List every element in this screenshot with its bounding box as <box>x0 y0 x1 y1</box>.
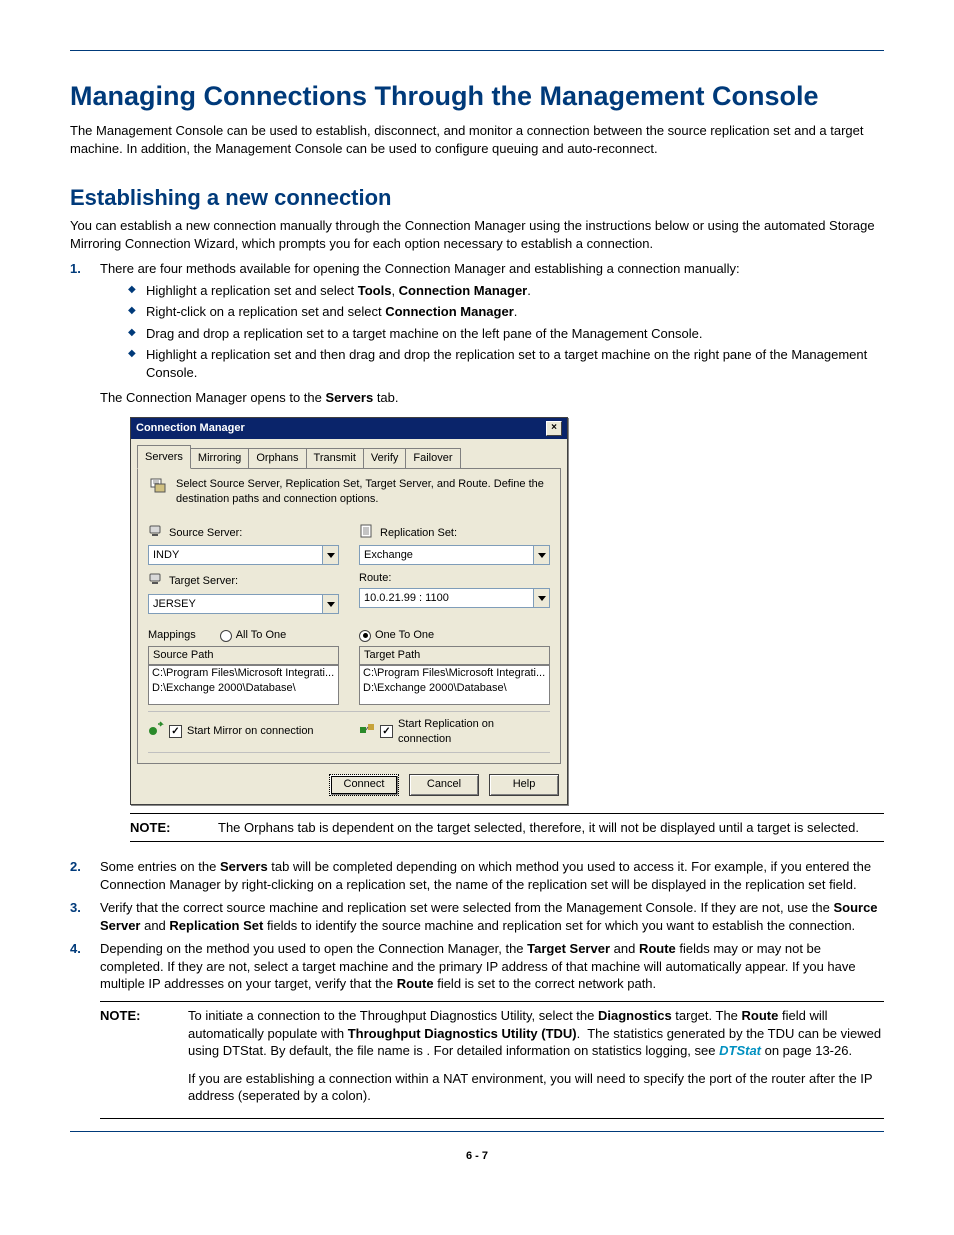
step-number-2: 2. <box>70 858 100 893</box>
tab-orphans[interactable]: Orphans <box>248 448 306 468</box>
start-mirror-label: Start Mirror on connection <box>187 724 314 739</box>
note-2-para2: If you are establishing a connection wit… <box>188 1070 884 1105</box>
note-2-text: To initiate a connection to the Throughp… <box>188 1007 884 1113</box>
replication-set-combo[interactable] <box>359 545 550 565</box>
source-path-list[interactable]: C:\Program Files\Microsoft Integrati... … <box>148 665 339 705</box>
connect-button[interactable]: Connect <box>329 774 399 796</box>
note-1: NOTE: The Orphans tab is dependent on th… <box>130 813 884 843</box>
diamond-bullet-icon: ◆ <box>128 325 146 343</box>
replication-icon <box>359 721 375 742</box>
radio-all-to-one[interactable] <box>220 630 232 642</box>
top-rule <box>70 50 884 51</box>
mappings-label: Mappings <box>148 628 196 643</box>
mirror-icon <box>148 721 164 742</box>
start-replication-label: Start Replication on connection <box>398 717 550 747</box>
tab-failover[interactable]: Failover <box>405 448 460 468</box>
diamond-bullet-icon: ◆ <box>128 346 146 381</box>
chevron-down-icon[interactable] <box>533 589 549 607</box>
tab-verify[interactable]: Verify <box>363 448 407 468</box>
bullet-2: Right-click on a replication set and sel… <box>146 303 884 321</box>
list-item[interactable]: C:\Program Files\Microsoft Integrati... <box>149 666 338 681</box>
list-item[interactable]: D:\Exchange 2000\Database\ <box>360 681 549 696</box>
tab-transmit[interactable]: Transmit <box>306 448 364 468</box>
route-input[interactable] <box>360 589 533 607</box>
step-2-text: Some entries on the Servers tab will be … <box>100 858 884 893</box>
connection-manager-dialog: Connection Manager × Servers Mirroring O… <box>130 417 568 805</box>
help-button[interactable]: Help <box>489 774 559 796</box>
chevron-down-icon[interactable] <box>533 546 549 564</box>
list-item[interactable]: C:\Program Files\Microsoft Integrati... <box>360 666 549 681</box>
section-para: You can establish a new connection manua… <box>70 217 884 252</box>
target-server-combo[interactable] <box>148 594 339 614</box>
bullet-4: Highlight a replication set and then dra… <box>146 346 884 381</box>
source-server-label: Source Server: <box>169 526 242 541</box>
target-server-label: Target Server: <box>169 574 238 589</box>
link-dtstat[interactable]: DTStat <box>719 1043 761 1058</box>
server-icon <box>148 571 164 592</box>
target-server-input[interactable] <box>149 595 322 613</box>
step-4-text: Depending on the method you used to open… <box>100 940 884 993</box>
server-icon <box>148 523 164 544</box>
replication-set-icon <box>359 523 375 544</box>
bottom-rule <box>70 1131 884 1132</box>
step-1-text: There are four methods available for ope… <box>100 261 740 276</box>
source-path-header[interactable]: Source Path <box>148 646 339 665</box>
note-label: NOTE: <box>100 1007 188 1113</box>
radio-all-to-one-label: All To One <box>236 628 287 643</box>
replication-set-input[interactable] <box>360 546 533 564</box>
cancel-button[interactable]: Cancel <box>409 774 479 796</box>
diamond-bullet-icon: ◆ <box>128 282 146 300</box>
dialog-tabs: Servers Mirroring Orphans Transmit Verif… <box>131 439 567 468</box>
target-path-header[interactable]: Target Path <box>359 646 550 665</box>
note-label: NOTE: <box>130 819 218 837</box>
servers-hint-text: Select Source Server, Replication Set, T… <box>176 477 550 507</box>
step-number-4: 4. <box>70 940 100 993</box>
radio-one-to-one-label: One To One <box>375 628 434 643</box>
source-server-combo[interactable] <box>148 545 339 565</box>
tab-pane-servers: Select Source Server, Replication Set, T… <box>137 468 561 764</box>
diamond-bullet-icon: ◆ <box>128 303 146 321</box>
bullet-1: Highlight a replication set and select T… <box>146 282 884 300</box>
bullet-3: Drag and drop a replication set to a tar… <box>146 325 884 343</box>
target-path-list[interactable]: C:\Program Files\Microsoft Integrati... … <box>359 665 550 705</box>
chevron-down-icon[interactable] <box>322 595 338 613</box>
section-heading: Establishing a new connection <box>70 185 884 211</box>
page-title: Managing Connections Through the Managem… <box>70 81 884 112</box>
dialog-title-text: Connection Manager <box>136 421 245 436</box>
step-3-text: Verify that the correct source machine a… <box>100 899 884 934</box>
replication-set-label: Replication Set: <box>380 526 457 541</box>
checkbox-start-mirror[interactable] <box>169 725 182 738</box>
source-server-input[interactable] <box>149 546 322 564</box>
step-number-1: 1. <box>70 260 100 852</box>
dialog-buttons: Connect Cancel Help <box>131 770 567 804</box>
servers-hint-icon <box>148 477 168 495</box>
radio-one-to-one[interactable] <box>359 630 371 642</box>
step-number-3: 3. <box>70 899 100 934</box>
dialog-titlebar[interactable]: Connection Manager × <box>131 418 567 439</box>
tab-servers[interactable]: Servers <box>137 445 191 469</box>
list-item[interactable]: D:\Exchange 2000\Database\ <box>149 681 338 696</box>
page-number: 6 - 7 <box>70 1150 884 1162</box>
note-1-text: The Orphans tab is dependent on the targ… <box>218 819 884 837</box>
close-icon[interactable]: × <box>546 421 562 436</box>
route-label: Route: <box>359 571 391 586</box>
checkbox-start-replication[interactable] <box>380 725 393 738</box>
intro-para: The Management Console can be used to es… <box>70 122 884 157</box>
chevron-down-icon[interactable] <box>322 546 338 564</box>
route-combo[interactable] <box>359 588 550 608</box>
note-2: NOTE: To initiate a connection to the Th… <box>100 1001 884 1119</box>
tab-mirroring[interactable]: Mirroring <box>190 448 249 468</box>
step-1-trailer: The Connection Manager opens to the Serv… <box>100 389 884 407</box>
